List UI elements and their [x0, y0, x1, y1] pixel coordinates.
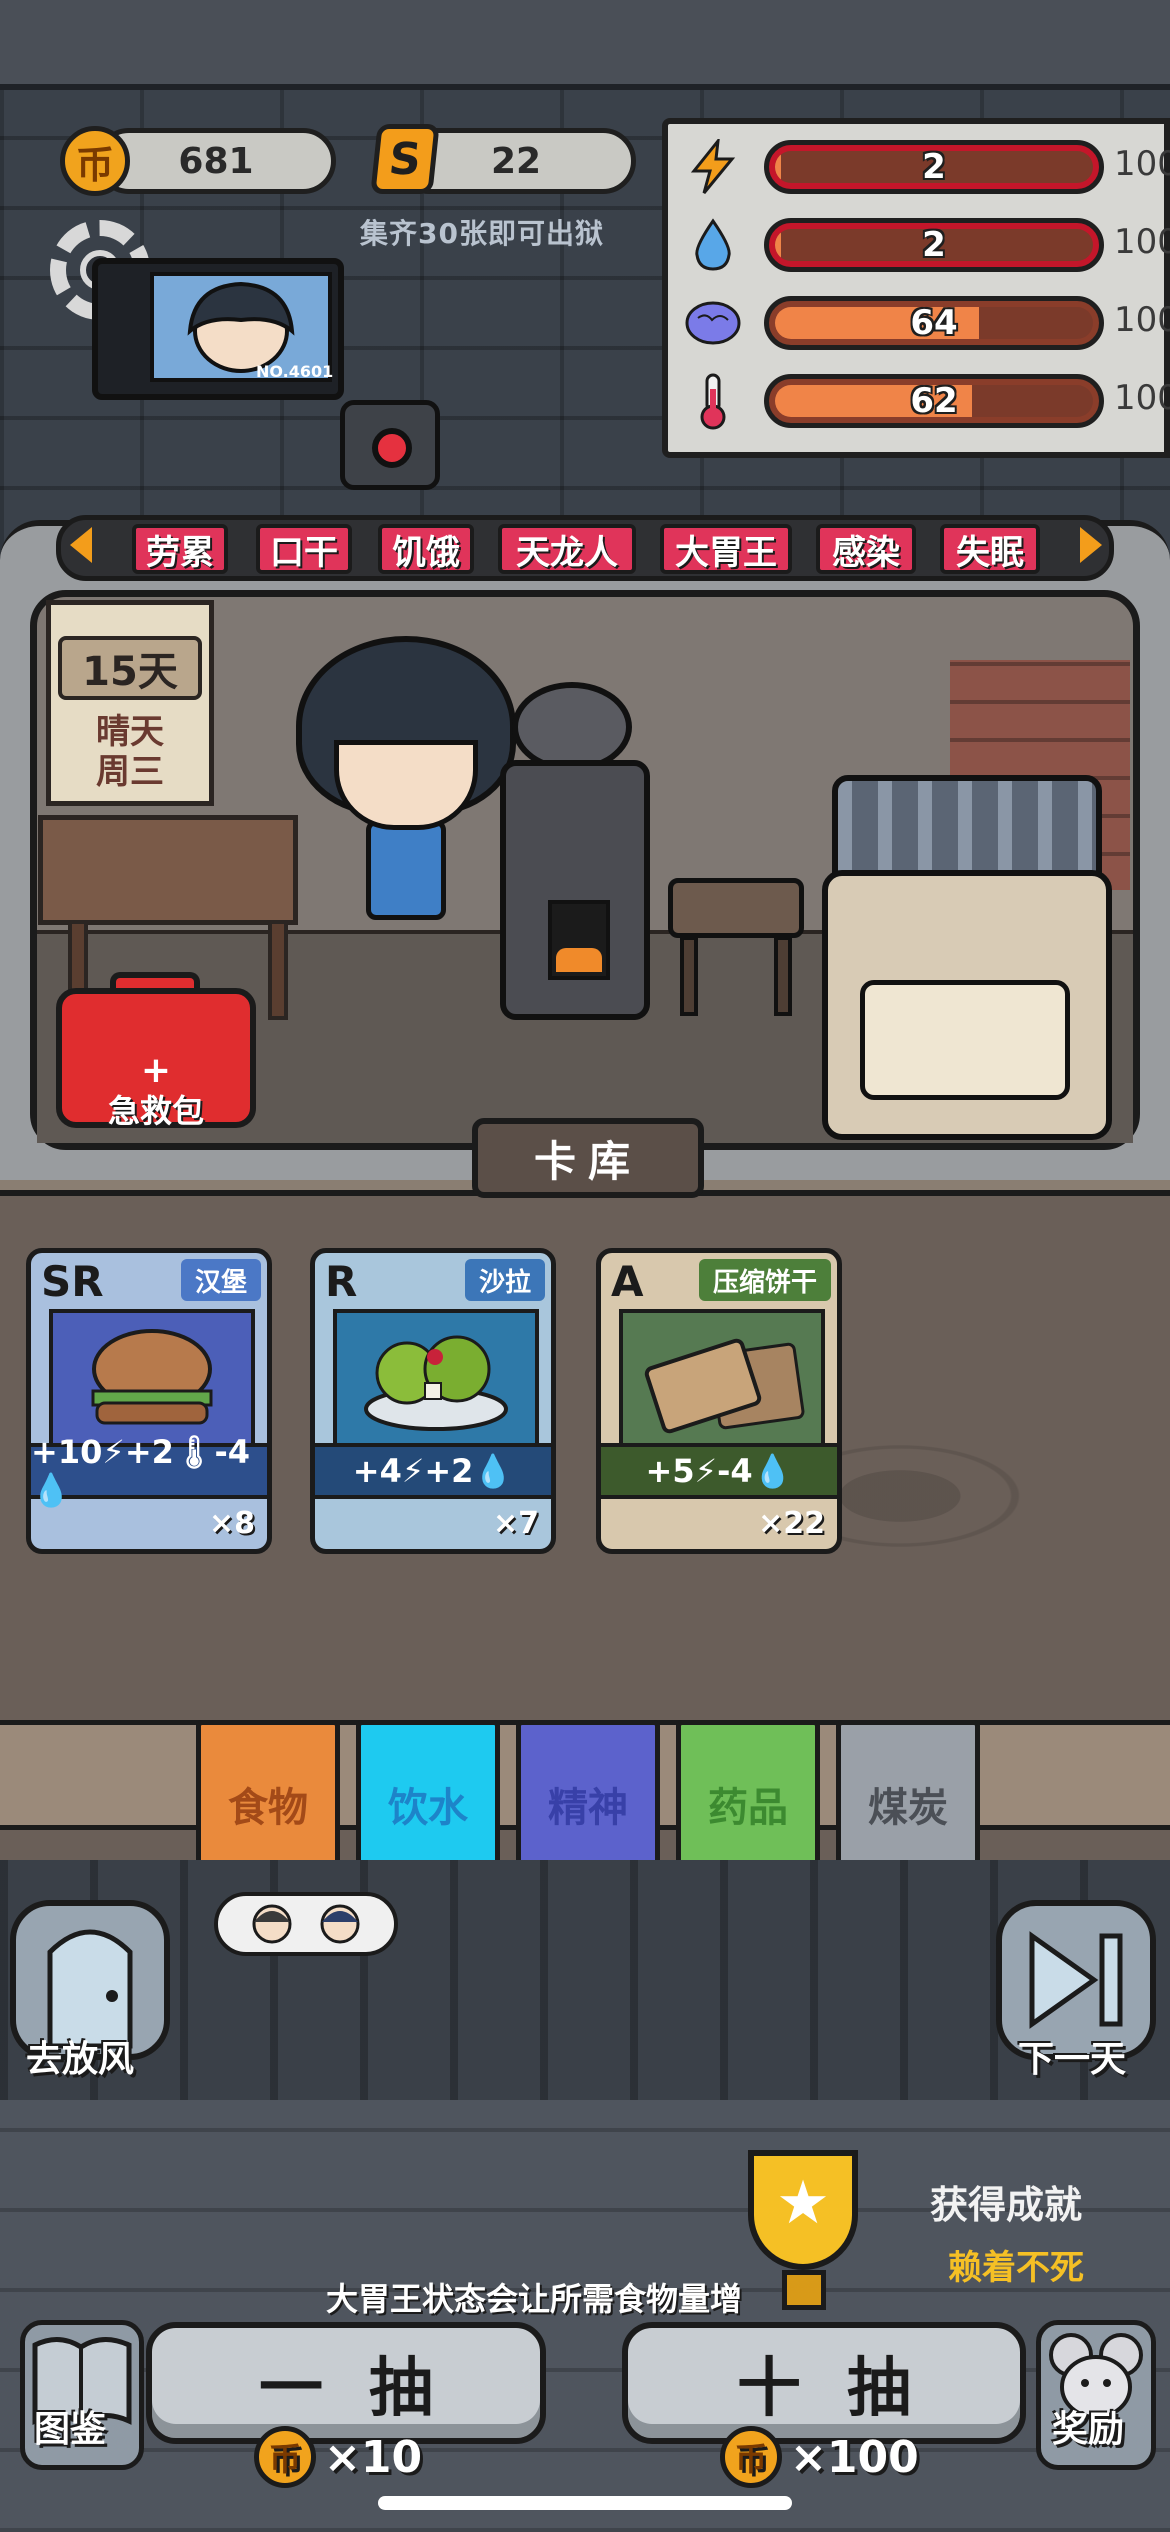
cellmates-icon	[252, 1904, 360, 1944]
status-tag-tianlong[interactable]: 天龙人	[498, 524, 636, 574]
card-effect: +10⚡+2🌡-4💧	[31, 1433, 267, 1509]
stool-leg	[680, 936, 698, 1016]
ten-draw-price: ×100	[790, 2431, 919, 2483]
status-tip: 大胃王状态会让所需食物量增	[326, 2280, 743, 2318]
tab-water[interactable]: 饮水	[356, 1720, 500, 1870]
status-tag-thirsty[interactable]: 口干	[256, 524, 352, 574]
bed-headboard	[832, 775, 1102, 885]
card-rarity: A	[611, 1257, 644, 1306]
card-name: 汉堡	[180, 1259, 261, 1301]
stat-water: 2 100	[684, 212, 1170, 278]
water-value: 2	[922, 225, 946, 265]
tab-medicine[interactable]: 药品	[676, 1720, 820, 1870]
stat-mind: 64 100	[684, 290, 1170, 356]
card-compressed-biscuit[interactable]: A 压缩饼干 +5⚡-4💧 ×22	[596, 1248, 842, 1554]
achievement-name: 赖着不死	[948, 2248, 1084, 2288]
stat-energy: 2 100	[684, 134, 1170, 200]
gem-amount: 22	[490, 140, 542, 182]
mind-max: 100	[1114, 300, 1170, 340]
mind-value: 64	[910, 303, 958, 343]
stool	[668, 878, 804, 938]
thermometer-icon	[684, 372, 742, 430]
coin-icon: 币	[60, 126, 130, 196]
tab-food[interactable]: 食物	[196, 1720, 340, 1870]
reward-label: 奖励	[1052, 2409, 1125, 2450]
calendar-day: 15天	[58, 636, 202, 700]
card-library-label: 卡库	[472, 1118, 704, 1198]
water-drop-icon	[684, 216, 742, 274]
stove-lid	[512, 682, 632, 772]
water-max: 100	[1114, 222, 1170, 262]
camera-lens-icon	[372, 428, 412, 468]
stool-leg	[774, 936, 792, 1016]
tab-coal[interactable]: 煤炭	[836, 1720, 980, 1870]
card-effect: +5⚡-4💧	[601, 1443, 837, 1499]
s-currency-icon: S	[370, 124, 440, 194]
single-draw-cost: 币 ×10	[254, 2426, 422, 2488]
card-count: ×7	[492, 1506, 539, 1541]
card-effect: +4⚡+2💧	[315, 1443, 551, 1499]
first-aid-cross-icon: +	[140, 1050, 172, 1091]
coal-stove[interactable]	[500, 760, 650, 1020]
energy-value: 2	[922, 147, 946, 187]
stats-panel: 2 100 2 100 64 100 62 100	[662, 118, 1170, 458]
card-rarity: R	[325, 1257, 358, 1306]
pillow	[860, 980, 1070, 1100]
stat-temperature: 62 100	[684, 368, 1170, 434]
energy-bar: 2	[764, 140, 1104, 194]
first-aid-label: 急救包	[107, 1092, 204, 1130]
card-count: ×8	[208, 1506, 255, 1541]
status-tag-insomnia[interactable]: 失眠	[940, 524, 1040, 574]
coin-counter: 681	[96, 128, 336, 194]
home-indicator[interactable]	[378, 2496, 792, 2510]
water-bar: 2	[764, 218, 1104, 272]
temperature-value: 62	[910, 381, 958, 421]
coin-icon: 币	[254, 2426, 316, 2488]
fire-icon	[556, 948, 602, 972]
status-next-arrow-icon[interactable]	[1080, 527, 1102, 563]
card-rarity: SR	[41, 1257, 104, 1306]
mind-bar: 64	[764, 296, 1104, 350]
star-icon: ★	[776, 2168, 830, 2238]
card-count: ×22	[758, 1506, 825, 1541]
next-day-label: 下一天	[1018, 2039, 1127, 2080]
prisoner-body	[366, 820, 446, 920]
ten-draw-cost: 币 ×100	[720, 2426, 919, 2488]
ceiling-beams	[0, 0, 1170, 90]
desk-leg	[268, 920, 288, 1020]
card-name: 沙拉	[464, 1259, 545, 1301]
trophy-base	[782, 2270, 826, 2310]
status-tag-infection[interactable]: 感染	[816, 524, 916, 574]
status-tag-hungry[interactable]: 饥饿	[378, 524, 474, 574]
card-hamburger[interactable]: SR 汉堡 +10⚡+2🌡-4💧 ×8	[26, 1248, 272, 1554]
energy-max: 100	[1114, 144, 1170, 184]
achievement-title: 获得成就	[930, 2183, 1083, 2227]
calendar-weekday: 周三	[96, 752, 164, 792]
coin-amount: 681	[178, 140, 254, 182]
status-tag-fatigue[interactable]: 劳累	[132, 524, 228, 574]
coin-icon: 币	[720, 2426, 782, 2488]
thought-bubble	[214, 1892, 398, 1956]
status-tag-big-eater[interactable]: 大胃王	[660, 524, 792, 574]
temperature-max: 100	[1114, 378, 1170, 418]
status-prev-arrow-icon[interactable]	[70, 527, 92, 563]
go-out-label: 去放风	[26, 2039, 135, 2080]
card-name: 压缩饼干	[698, 1259, 831, 1301]
desk	[38, 815, 298, 925]
card-salad[interactable]: R 沙拉 +4⚡+2💧 ×7	[310, 1248, 556, 1554]
s-currency-symbol: S	[386, 133, 424, 185]
coin-symbol: 币	[75, 142, 114, 187]
tab-mind[interactable]: 精神	[516, 1720, 660, 1870]
single-draw-price: ×10	[324, 2431, 423, 2483]
prisoner-number: NO.4601	[256, 362, 334, 381]
escape-hint: 集齐30张即可出狱	[360, 217, 604, 250]
brain-icon	[684, 294, 742, 352]
lightning-icon	[684, 138, 742, 196]
gallery-label: 图鉴	[34, 2409, 107, 2450]
temperature-bar: 62	[764, 374, 1104, 428]
